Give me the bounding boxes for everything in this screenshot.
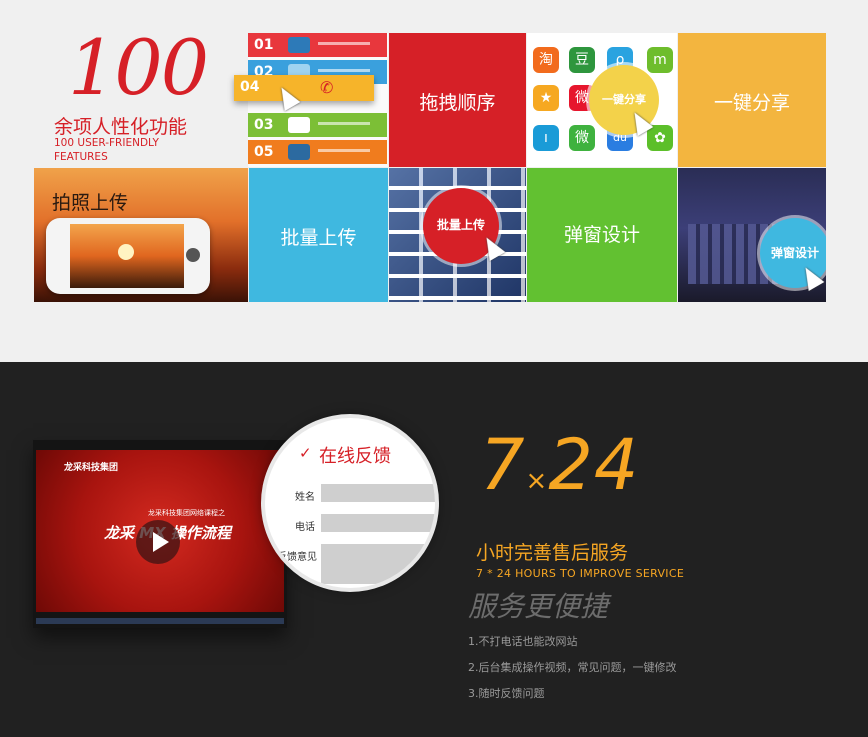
share-label: 一键分享	[713, 92, 790, 114]
features-section: 100 余项人性化功能 100 USER-FRIENDLY FEATURES 0…	[0, 0, 868, 362]
batch-upload-label: 批量上传	[280, 227, 357, 249]
service-hours: 7×24	[480, 424, 639, 506]
features-title-cn: 余项人性化功能	[54, 116, 188, 138]
message-icon: m	[647, 47, 673, 73]
list-row-04-dragged[interactable]: 04 ✆	[234, 75, 374, 101]
video-player: 龙采科技集团 龙采科技集团网络课程之 龙采 MX 操作流程	[33, 440, 287, 628]
drag-order-label: 拖拽顺序	[419, 92, 496, 114]
clover-icon: ✿	[647, 125, 673, 151]
phone-illustration	[46, 218, 210, 294]
play-button[interactable]	[136, 520, 180, 564]
service-hours-24: 24	[548, 424, 640, 506]
service-item: 1.不打电话也能改网站	[468, 635, 578, 648]
service-item: 3.随时反馈问题	[468, 687, 545, 700]
features-title-en: 100 USER-FRIENDLY FEATURES	[54, 137, 159, 163]
phone-icon: ✆	[320, 78, 334, 97]
comment-field[interactable]	[321, 544, 435, 584]
popup-design-label: 弹窗设计	[563, 224, 640, 246]
taobao-icon: 淘	[533, 47, 559, 73]
player-brand: 龙采科技集团	[64, 463, 119, 473]
list-row-01: 01	[248, 33, 387, 57]
photo-upload-label: 拍照上传	[52, 192, 129, 214]
name-field[interactable]	[321, 484, 435, 502]
comment-label: 反馈意见	[277, 552, 317, 563]
share-badge-label: 一键分享	[602, 93, 646, 106]
service-hours-7: 7	[480, 424, 526, 506]
phone-field[interactable]	[321, 514, 435, 532]
batch-badge-label: 批量上传	[436, 218, 485, 232]
player-subtitle: 龙采科技集团网络课程之	[148, 509, 225, 517]
popup-design-tile: 弹窗设计	[527, 168, 677, 302]
drag-order-tile: 拖拽顺序	[389, 33, 526, 167]
wechat-icon: 微	[569, 125, 595, 151]
sun-icon	[118, 244, 134, 260]
feedback-magnifier: ✓ 在线反馈 姓名 电话 反馈意见	[265, 418, 435, 588]
play-icon	[153, 532, 169, 552]
service-item: 2.后台集成操作视频，常见问题，一键修改	[468, 661, 677, 674]
qq-icon: ı	[533, 125, 559, 151]
popup-illustration-tile: 弹窗设计	[678, 168, 826, 302]
feedback-title: 在线反馈	[319, 446, 391, 467]
service-title-cn: 小时完善售后服务	[476, 542, 629, 564]
share-tile: 一键分享	[678, 33, 826, 167]
player-controls[interactable]	[36, 618, 284, 624]
video-screen[interactable]: 龙采科技集团 龙采科技集团网络课程之 龙采 MX 操作流程	[36, 450, 284, 612]
douban-icon: 豆	[569, 47, 595, 73]
shutter-button[interactable]	[186, 248, 200, 262]
phone-screen	[70, 224, 184, 288]
service-slogan: 服务更便捷	[468, 590, 609, 623]
list-row-03: 03	[248, 113, 387, 137]
features-number: 100	[68, 23, 209, 112]
list-row-05: 05	[248, 140, 387, 164]
photo-upload-tile: 拍照上传	[34, 168, 248, 302]
image-grid-tile: 批量上传	[389, 168, 526, 302]
phone-label: 电话	[295, 522, 315, 533]
batch-upload-tile: 批量上传	[249, 168, 388, 302]
check-icon: ✓	[299, 444, 312, 462]
social-share-tile: 淘 豆 ρ m ★ 微 ı 微 du ✿ 一键分享	[527, 33, 677, 167]
service-title-en: 7 * 24 HOURS TO IMPROVE SERVICE	[476, 567, 685, 580]
name-label: 姓名	[295, 492, 315, 503]
times-sign: ×	[525, 466, 549, 496]
star-icon: ★	[533, 85, 559, 111]
popup-badge-label: 弹窗设计	[770, 246, 819, 260]
